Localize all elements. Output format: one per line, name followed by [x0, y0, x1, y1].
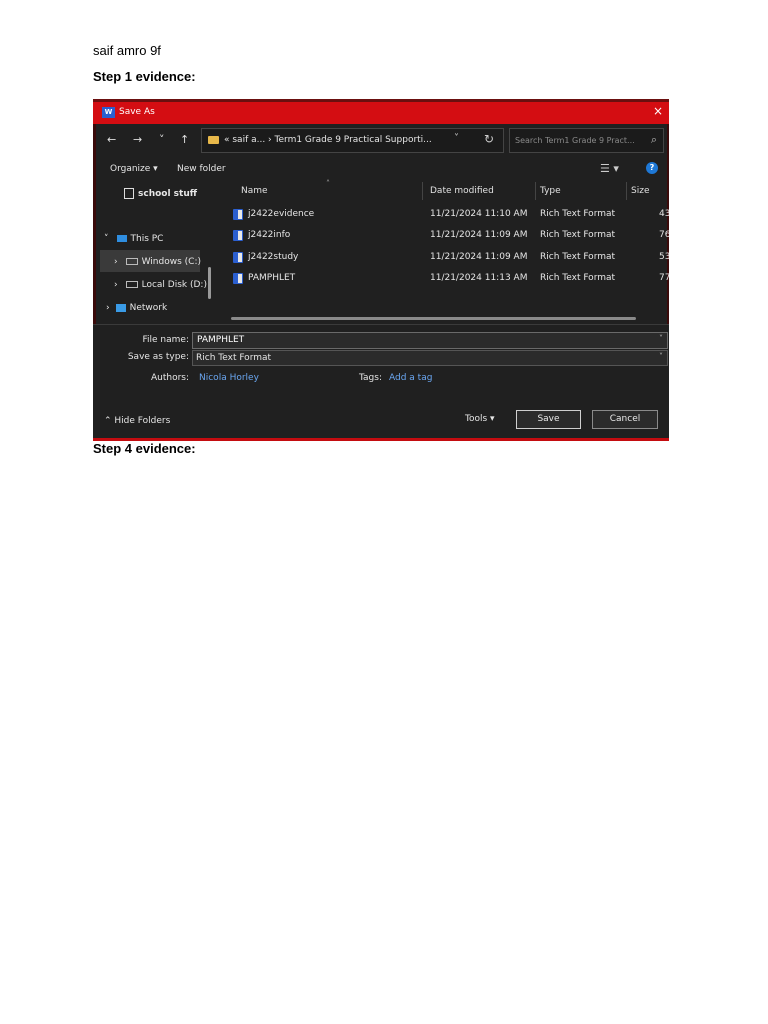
file-type: Rich Text Format: [540, 230, 616, 240]
address-path: « saif a... › Term1 Grade 9 Practical Su…: [224, 135, 432, 145]
file-row[interactable]: j2422evidence 11/21/2024 11:10 AM Rich T…: [223, 204, 669, 225]
cancel-button[interactable]: Cancel: [592, 410, 658, 429]
back-arrow-icon[interactable]: ←: [107, 133, 116, 146]
drive-icon: [125, 281, 138, 288]
add-tag-link[interactable]: Add a tag: [389, 373, 432, 383]
file-date: 11/21/2024 11:09 AM: [430, 230, 528, 240]
column-header-date[interactable]: Date modified: [430, 186, 494, 196]
save-as-type-label: Save as type:: [127, 352, 189, 362]
column-divider[interactable]: [422, 182, 423, 200]
chevron-down-icon: ˅: [104, 234, 109, 244]
chevron-down-icon[interactable]: ˅: [659, 334, 663, 343]
search-icon: ⌕: [650, 133, 657, 146]
column-header-size[interactable]: Size: [631, 186, 649, 196]
file-list: ˄ Name Date modified Type Size j2422evid…: [223, 179, 669, 324]
navigation-pane: school stuff ˅ This PC › Windows (C:) › Loc…: [93, 179, 211, 323]
file-name: j2422evidence: [248, 209, 315, 219]
file-name-value: PAMPHLET: [197, 335, 245, 345]
column-header-name[interactable]: Name: [241, 186, 268, 196]
new-folder-button[interactable]: New folder: [177, 164, 226, 174]
file-type: Rich Text Format: [540, 252, 616, 262]
sort-ascending-icon: ˄: [326, 179, 330, 188]
chevron-right-icon: ›: [114, 257, 118, 267]
column-divider[interactable]: [535, 182, 536, 200]
file-size: 76: [659, 230, 669, 240]
search-placeholder: Search Term1 Grade 9 Pract...: [515, 136, 635, 145]
file-row[interactable]: PAMPHLET 11/21/2024 11:13 AM Rich Text F…: [223, 268, 669, 289]
recent-locations-icon[interactable]: ˅: [159, 133, 165, 146]
folder-outline-icon: [124, 188, 134, 199]
forward-arrow-icon[interactable]: →: [133, 133, 142, 146]
network-icon: [115, 303, 126, 312]
rtf-file-icon: [233, 209, 243, 220]
save-as-screenshot: W Save As × ← → ˅ ↑ « saif a... › Term1 …: [93, 99, 669, 441]
hide-folders-button[interactable]: ⌃ Hide Folders: [104, 416, 170, 426]
sidebar-item-network[interactable]: › Network: [106, 303, 167, 313]
rtf-file-icon: [233, 273, 243, 284]
search-input[interactable]: Search Term1 Grade 9 Pract... ⌕: [509, 128, 664, 153]
authors-label: Authors:: [150, 373, 189, 383]
save-as-type-value: Rich Text Format: [196, 353, 272, 363]
file-list-scrollbar[interactable]: [231, 317, 636, 320]
column-header-type[interactable]: Type: [540, 186, 561, 196]
folder-icon: [208, 136, 219, 144]
column-divider[interactable]: [626, 182, 627, 200]
help-icon[interactable]: ?: [646, 162, 658, 174]
file-type: Rich Text Format: [540, 273, 616, 283]
file-name: j2422info: [248, 230, 291, 240]
close-icon[interactable]: ×: [653, 104, 663, 118]
save-button[interactable]: Save: [516, 410, 581, 429]
sidebar-item-local-disk[interactable]: › Local Disk (D:): [114, 280, 207, 290]
command-toolbar: Organize ▾ New folder ☰ ▾ ?: [93, 157, 669, 179]
file-name: j2422study: [248, 252, 299, 262]
up-arrow-icon[interactable]: ↑: [180, 133, 189, 146]
author-line: saif amro 9f: [93, 43, 161, 58]
sidebar-item-this-pc[interactable]: ˅ This PC: [104, 234, 163, 244]
file-size: 77: [659, 273, 669, 283]
file-date: 11/21/2024 11:09 AM: [430, 252, 528, 262]
step4-heading: Step 4 evidence:: [93, 441, 196, 456]
view-options-icon[interactable]: ☰ ▾: [600, 162, 619, 175]
address-bar[interactable]: « saif a... › Term1 Grade 9 Practical Su…: [201, 128, 504, 153]
file-row[interactable]: j2422study 11/21/2024 11:09 AM Rich Text…: [223, 247, 669, 268]
file-name-field[interactable]: PAMPHLET ˅: [192, 332, 668, 349]
tags-label: Tags:: [359, 373, 382, 383]
address-history-icon[interactable]: ˅: [454, 133, 459, 144]
tools-menu[interactable]: Tools ▾: [465, 414, 495, 424]
file-size: 53: [659, 252, 669, 262]
file-date: 11/21/2024 11:13 AM: [430, 273, 528, 283]
chevron-down-icon[interactable]: ˅: [659, 352, 663, 361]
word-icon: W: [102, 107, 115, 118]
file-row[interactable]: j2422info 11/21/2024 11:09 AM Rich Text …: [223, 225, 669, 246]
save-as-type-select[interactable]: Rich Text Format ˅: [192, 350, 668, 366]
file-type: Rich Text Format: [540, 209, 616, 219]
navigation-bar: ← → ˅ ↑ « saif a... › Term1 Grade 9 Prac…: [93, 124, 669, 157]
chevron-right-icon: ›: [106, 303, 110, 313]
file-name: PAMPHLET: [248, 273, 296, 283]
file-date: 11/21/2024 11:10 AM: [430, 209, 528, 219]
authors-value[interactable]: Nicola Horley: [199, 373, 259, 383]
sidebar-scrollbar[interactable]: [208, 267, 211, 299]
sidebar-item-windows-c[interactable]: › Windows (C:): [114, 257, 201, 267]
computer-icon: [116, 235, 127, 242]
title-bar: W Save As ×: [93, 102, 669, 124]
save-form: File name: PAMPHLET ˅ Save as type: Rich…: [93, 324, 669, 441]
dialog-title: Save As: [119, 107, 155, 117]
drive-icon: [125, 258, 138, 265]
rtf-file-icon: [233, 230, 243, 241]
chevron-right-icon: ›: [114, 280, 118, 290]
file-size: 43: [659, 209, 669, 219]
file-name-label: File name:: [142, 335, 189, 345]
refresh-icon[interactable]: ↻: [484, 132, 494, 146]
sidebar-item-school-stuff[interactable]: school stuff: [124, 188, 197, 199]
rtf-file-icon: [233, 252, 243, 263]
step1-heading: Step 1 evidence:: [93, 69, 196, 84]
organize-button[interactable]: Organize ▾: [110, 164, 158, 174]
